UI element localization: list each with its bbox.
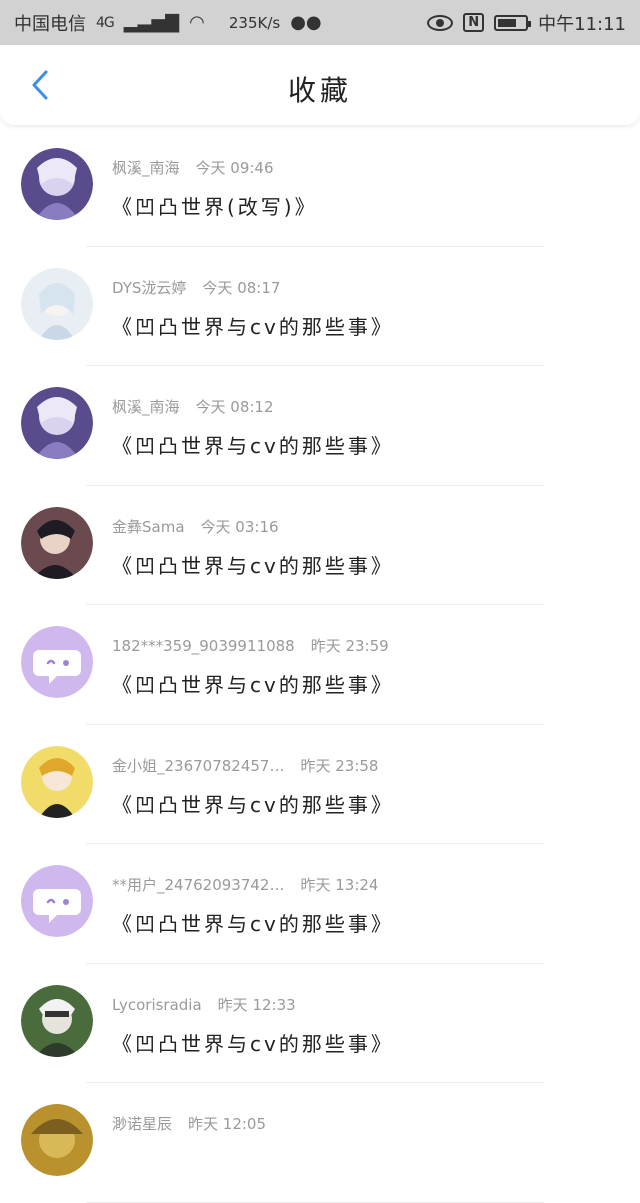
nfc-icon: N [463,13,485,32]
item-meta: 182***359_9039911088 昨天 23:59 [112,635,389,656]
item-meta: 枫溪_南海 今天 09:46 [112,157,274,178]
navigation-header: 收藏 [0,45,640,125]
signal-icon: ▂▃▅▇ [123,12,180,33]
divider [86,1201,544,1203]
carrier-label: 中国电信 [14,13,86,35]
list-item[interactable]: 金小姐_23670782457… 昨天 23:58 《凹凸世界与cv的那些事》 [0,725,640,844]
list-item[interactable]: 枫溪_南海 今天 08:12 《凹凸世界与cv的那些事》 [0,366,640,486]
author-name[interactable]: 182***359_9039911088 [112,637,295,655]
list-item[interactable]: 渺诺星辰 昨天 12:05 [0,1083,640,1203]
author-name[interactable]: 金小姐_23670782457… [112,755,284,776]
avatar[interactable] [21,1104,93,1176]
eye-icon [427,14,454,31]
avatar[interactable] [21,984,93,1057]
list-item[interactable]: Lycorisradia 昨天 12:33 《凹凸世界与cv的那些事》 [0,964,640,1083]
favorite-title[interactable]: 《凹凸世界与cv的那些事》 [112,789,394,818]
author-name[interactable]: 枫溪_南海 [112,157,180,178]
network-speed: 235K/s [228,13,281,32]
favorite-title[interactable]: 《凹凸世界与cv的那些事》 [112,908,394,937]
favorite-title[interactable]: 《凹凸世界与cv的那些事》 [112,669,394,698]
timestamp: 今天 08:17 [202,278,281,297]
avatar[interactable] [21,745,93,818]
avatar[interactable] [21,267,93,340]
author-name[interactable]: DYS泷云婷 [112,277,186,298]
timestamp: 昨天 12:33 [217,995,296,1014]
favorite-title[interactable]: 《凹凸世界与cv的那些事》 [112,550,394,579]
author-name[interactable]: 金彝Sama [112,516,185,537]
item-meta: 渺诺星辰 昨天 12:05 [112,1113,266,1134]
favorite-title[interactable]: 《凹凸世界与cv的那些事》 [112,311,394,340]
timestamp: 今天 03:16 [200,517,279,536]
wifi-icon: ◠ [189,12,205,33]
author-name[interactable]: 渺诺星辰 [112,1113,172,1134]
timestamp: 昨天 23:59 [310,637,389,655]
item-meta: 枫溪_南海 今天 08:12 [112,396,274,417]
author-name[interactable]: Lycorisradia [112,996,202,1014]
item-meta: 金小姐_23670782457… 昨天 23:58 [112,755,378,776]
timestamp: 昨天 12:05 [188,1115,267,1133]
favorite-title[interactable]: 《凹凸世界与cv的那些事》 [112,430,394,459]
avatar[interactable] [21,865,93,937]
favorite-title[interactable]: 《凹凸世界(改写)》 [112,191,318,220]
favorites-list: 枫溪_南海 今天 09:46 《凹凸世界(改写)》 DYS泷云婷 今天 08:17 《凹凸… [0,127,640,1203]
list-item[interactable]: 182***359_9039911088 昨天 23:59 《凹凸世界与cv的那些事… [0,605,640,725]
timestamp: 今天 08:12 [195,398,274,416]
timestamp: 昨天 23:58 [300,756,379,775]
page-title: 收藏 [287,74,352,107]
list-item[interactable]: **用户_24762093742… 昨天 13:24 《凹凸世界与cv的那些事》 [0,844,640,964]
author-name[interactable]: 枫溪_南海 [112,396,180,417]
network-label: 4G [96,14,115,31]
wechat-icon: ●● [290,12,322,33]
list-item[interactable]: 金彝Sama 今天 03:16 《凹凸世界与cv的那些事》 [0,486,640,605]
item-meta: DYS泷云婷 今天 08:17 [112,277,280,298]
author-name[interactable]: **用户_24762093742… [112,874,284,895]
item-meta: **用户_24762093742… 昨天 13:24 [112,874,378,895]
timestamp: 昨天 13:24 [300,876,379,894]
list-item[interactable]: 枫溪_南海 今天 09:46 《凹凸世界(改写)》 [0,127,640,247]
avatar[interactable] [21,506,93,579]
avatar[interactable] [21,626,93,698]
list-item[interactable]: DYS泷云婷 今天 08:17 《凹凸世界与cv的那些事》 [0,247,640,366]
clock: 中午11:11 [538,13,626,35]
avatar[interactable] [21,148,93,220]
battery-icon [494,14,532,31]
avatar[interactable] [21,387,93,459]
status-bar: 中国电信 4G ▂▃▅▇ ◠ 235K/s ●● N 中午11:11 [0,0,640,45]
item-meta: 金彝Sama 今天 03:16 [112,516,279,537]
item-meta: Lycorisradia 昨天 12:33 [112,994,296,1015]
timestamp: 今天 09:46 [195,159,274,177]
favorite-title[interactable]: 《凹凸世界与cv的那些事》 [112,1028,394,1057]
